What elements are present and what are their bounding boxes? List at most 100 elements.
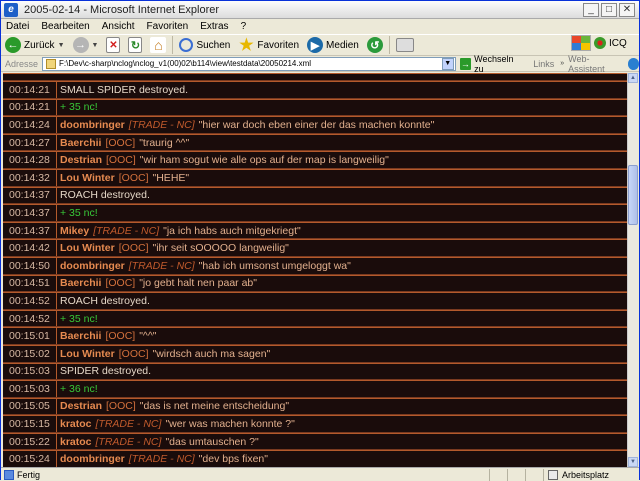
player-name: doombringer [60,259,125,272]
channel-tag: [TRADE - NC] [93,224,160,237]
column-divider [56,328,57,344]
column-divider [56,398,57,415]
status-cell [507,468,525,481]
media-button[interactable]: ▶ Medien [303,35,363,55]
home-icon: ⌂ [150,37,167,53]
message-text: "das umtauschen ?" [165,435,259,448]
media-label: Medien [326,39,359,51]
system-text: ROACH destroyed. [60,294,150,307]
player-name: Destrian [60,400,103,413]
message: + 35 nc! [60,101,98,113]
home-button[interactable]: ⌂ [146,35,170,55]
message: Baerchii [OOC] "^^" [60,330,157,342]
minimize-button[interactable]: _ [583,2,599,17]
back-button[interactable]: ← Zurück ▼ [1,35,69,55]
player-name: Lou Winter [60,242,115,255]
table-row: 00:14:24 doombringer [TRADE - NC] "hier war… [3,116,628,134]
scroll-thumb[interactable] [628,165,638,225]
page-done-icon [4,469,14,480]
player-name: Lou Winter [60,171,115,184]
timestamp: 00:15:01 [9,330,50,343]
xml-page-icon [46,58,57,69]
stop-button[interactable]: ✕ [102,35,124,55]
column-divider [56,222,57,239]
system-text: ROACH destroyed. [60,189,150,202]
channel-tag: [OOC] [106,400,136,413]
timestamp: 00:14:28 [9,154,50,167]
menu-help[interactable]: ? [235,21,253,32]
search-icon [179,38,194,52]
chevron-down-icon[interactable]: ▼ [58,42,65,49]
message: SMALL SPIDER destroyed. [60,84,188,96]
vertical-scrollbar[interactable]: ▲ ▼ [627,73,638,467]
message: SPIDER destroyed. [60,365,151,377]
message: Destrian [OOC] "das is net meine entscheid… [60,400,289,412]
web-assistant-button[interactable]: Web-Assistent [564,54,623,74]
message: + 35 nc! [60,207,98,219]
message: Lou Winter [OOC] "wirdsch auch ma sagen" [60,348,270,360]
player-name: doombringer [60,118,125,131]
table-row: 00:14:52 ROACH destroyed. [3,292,628,310]
address-value[interactable]: F:\Dev\c-sharp\nclog\nclog_v1(00)02\b114… [59,59,442,68]
back-label: Zurück [24,39,55,51]
message-text: "jo gebt halt nen paar ab" [139,277,257,290]
message: kratoc [TRADE - NC] "wer was machen konnte… [60,418,295,430]
table-row: 00:14:21 SMALL SPIDER destroyed. [3,81,628,99]
stop-icon: ✕ [106,37,121,53]
back-arrow-icon: ← [5,37,21,53]
print-button[interactable] [392,35,418,55]
channel-tag: [OOC] [118,242,149,255]
refresh-button[interactable]: ↻ [124,35,146,55]
table-row: 00:14:51 Baerchii [OOC] "jo gebt halt nen p… [3,274,628,293]
player-name: kratoc [60,418,92,431]
message: + 35 nc! [60,313,98,325]
column-divider [56,451,57,467]
menu-extras[interactable]: Extras [194,21,234,32]
channel-tag: [TRADE - NC] [128,259,195,272]
channel-tag: [OOC] [106,154,136,167]
chevron-down-icon[interactable]: ▼ [92,42,99,49]
scroll-down-icon[interactable]: ▼ [628,457,638,467]
table-row: 00:14:27 Baerchii [OOC] "traurig ^^" [3,133,628,152]
table-row: 00:15:03 + 36 nc! [3,380,628,398]
timestamp: 00:15:15 [9,418,50,431]
player-name: Destrian [60,154,103,167]
page-content: 00:14:21 SMALL SPIDER destroyed. 00:14:21 +… [3,73,628,467]
maximize-button[interactable]: □ [601,2,617,17]
channel-tag: [OOC] [118,171,149,184]
message: Baerchii [OOC] "jo gebt halt nen paar ab" [60,277,257,289]
address-input[interactable]: F:\Dev\c-sharp\nclog\nclog_v1(00)02\b114… [42,56,456,71]
forward-button[interactable]: → ▼ [69,35,103,55]
go-button[interactable]: → Wechseln zu [456,54,528,74]
history-button[interactable]: ↺ [363,35,387,55]
menu-bearbeiten[interactable]: Bearbeiten [35,21,95,32]
table-row: 00:14:37 ROACH destroyed. [3,186,628,205]
menu-datei[interactable]: Datei [1,21,35,32]
menu-ansicht[interactable]: Ansicht [96,21,141,32]
message-text: "hier war doch eben einer der das machen… [198,118,435,131]
reward-text: + 35 nc! [60,206,98,219]
timestamp: 00:15:03 [9,365,50,378]
address-label: Adresse [5,58,39,69]
globe-icon[interactable] [627,57,639,70]
favorites-button[interactable]: ★ Favoriten [234,35,303,55]
message-text: "dev bps fixen" [198,453,268,466]
timestamp: 00:15:02 [9,347,50,360]
menu-favoriten[interactable]: Favoriten [141,21,195,32]
column-divider [56,363,57,380]
reward-text: + 36 nc! [60,382,98,395]
close-button[interactable]: ✕ [619,2,635,17]
message: ROACH destroyed. [60,295,150,307]
security-zone: Arbeitsplatz [543,468,639,481]
table-row: 00:14:50 doombringer [TRADE - NC] "hab ich … [3,256,628,275]
timestamp: 00:15:03 [9,382,50,395]
status-cell [489,468,507,481]
column-divider [56,82,57,98]
search-button[interactable]: Suchen [175,35,234,55]
window-title: 2005-02-14 - Microsoft Internet Explorer [24,3,220,16]
scroll-up-icon[interactable]: ▲ [628,73,638,83]
timestamp: 00:14:27 [9,136,50,149]
printer-icon [395,38,414,52]
chevron-down-icon[interactable]: ▼ [441,57,454,70]
links-button[interactable]: Links [527,59,560,69]
